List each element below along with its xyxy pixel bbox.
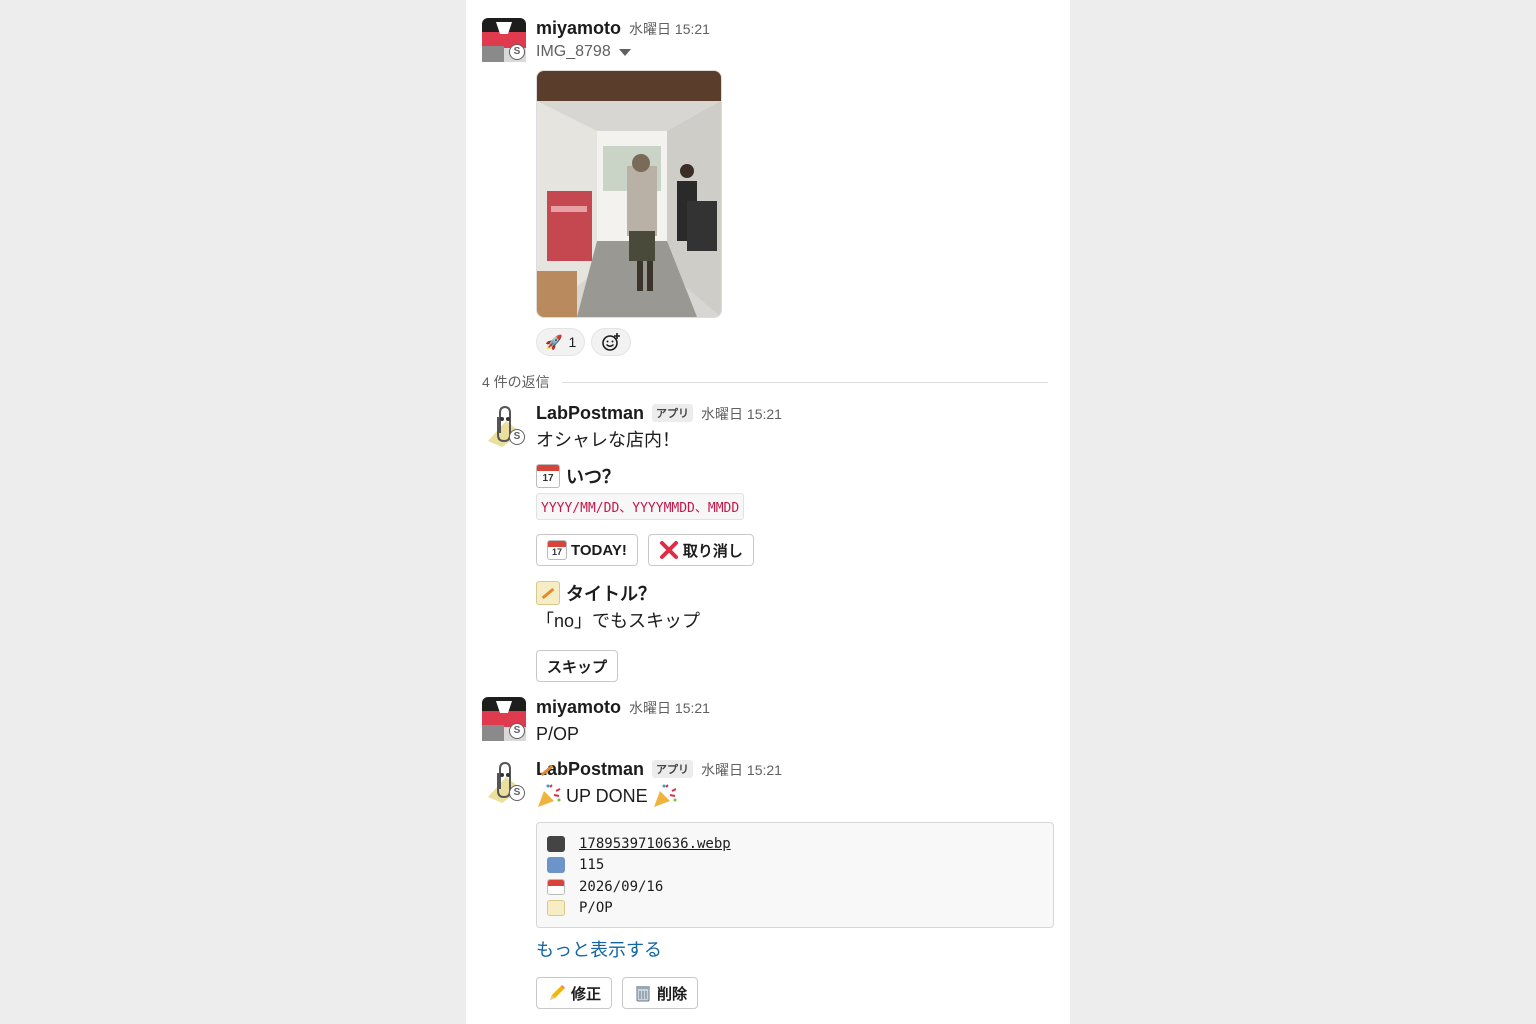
add-emoji-icon bbox=[602, 333, 621, 351]
memo-icon bbox=[536, 581, 560, 605]
file-link[interactable]: 1789539710636.webp bbox=[579, 836, 731, 852]
cross-icon bbox=[659, 541, 678, 559]
divider bbox=[561, 381, 1048, 383]
cancel-button-label: 取り消し bbox=[682, 542, 743, 560]
calendar-icon bbox=[547, 878, 565, 895]
avatar-labpostman[interactable]: S bbox=[482, 403, 526, 447]
calendar-icon: 17 bbox=[536, 464, 560, 488]
file-name-label: IMG_8798 bbox=[536, 43, 611, 60]
shop-photo[interactable] bbox=[536, 70, 722, 318]
author-name[interactable]: miyamoto bbox=[536, 18, 621, 39]
status-icon: S bbox=[509, 429, 525, 445]
show-more-link[interactable]: もっと表示する bbox=[536, 936, 1056, 962]
title-heading: タイトル？ bbox=[536, 578, 1056, 608]
message-text: オシャレな店内！ bbox=[536, 430, 680, 450]
reaction-rocket[interactable]: 🚀 1 bbox=[536, 328, 586, 356]
camera-icon bbox=[547, 835, 565, 852]
author-name[interactable]: LabPostman bbox=[536, 759, 644, 780]
skip-button[interactable]: スキップ bbox=[536, 650, 619, 682]
calendar-icon: 17 bbox=[547, 540, 567, 560]
message-text: P/OP bbox=[536, 724, 580, 744]
delete-button-label: 削除 bbox=[657, 985, 688, 1003]
edit-button[interactable]: 修正 bbox=[536, 977, 613, 1009]
status-icon: S bbox=[509, 44, 525, 60]
reply-count: 4 件の返信 bbox=[482, 374, 550, 390]
entry-number: 115 bbox=[579, 857, 605, 874]
memo-icon bbox=[547, 900, 565, 917]
status-icon: S bbox=[509, 785, 525, 801]
wastebasket-icon bbox=[636, 986, 651, 1002]
delete-button[interactable]: 削除 bbox=[622, 977, 699, 1009]
timestamp[interactable]: 水曜日 15:21 bbox=[701, 404, 782, 424]
today-button-label: TODAY! bbox=[571, 541, 627, 559]
entry-title: P/OP bbox=[579, 900, 613, 917]
when-heading-label: いつ？ bbox=[566, 467, 620, 487]
avatar-miyamoto[interactable]: S bbox=[482, 697, 526, 741]
number-icon bbox=[547, 857, 565, 874]
party-popper-icon bbox=[538, 784, 561, 807]
when-heading: 17 いつ？ bbox=[536, 461, 1056, 491]
pencil-icon bbox=[550, 985, 565, 1000]
entry-date: 2026/09/16 bbox=[579, 878, 664, 895]
app-badge: アプリ bbox=[652, 404, 694, 422]
party-popper-icon bbox=[653, 784, 677, 807]
today-button[interactable]: 17 TODAY! bbox=[536, 534, 638, 566]
upload-summary-attachment: 1789539710636.webp 115 2026/09/16 P/OP bbox=[536, 822, 1054, 928]
date-format-code: YYYY/MM/DD、YYYYMMDD、MMDD bbox=[536, 493, 745, 520]
message-text: UP DONE bbox=[536, 783, 1056, 809]
chevron-down-icon[interactable] bbox=[618, 48, 631, 56]
edit-button-label: 修正 bbox=[571, 985, 602, 1003]
avatar-labpostman[interactable]: S bbox=[482, 759, 526, 803]
rocket-icon: 🚀 bbox=[545, 333, 563, 350]
timestamp[interactable]: 水曜日 15:21 bbox=[629, 698, 710, 718]
add-reaction-button[interactable] bbox=[591, 328, 632, 356]
message-thread: S miyamoto 水曜日 15:21 IMG_8798 🚀 1 4 件の返信… bbox=[466, 0, 1070, 1024]
cancel-button[interactable]: 取り消し bbox=[647, 534, 754, 566]
file-name[interactable]: IMG_8798 bbox=[536, 43, 1056, 61]
skip-hint: 「no」でもスキップ bbox=[536, 611, 701, 631]
reply-divider: 4 件の返信 bbox=[482, 373, 1048, 391]
skip-button-label: スキップ bbox=[547, 658, 608, 676]
author-name[interactable]: miyamoto bbox=[536, 697, 621, 718]
avatar-miyamoto[interactable]: S bbox=[482, 18, 526, 62]
message-text-label: UP DONE bbox=[566, 786, 648, 806]
reaction-count: 1 bbox=[568, 334, 577, 350]
timestamp[interactable]: 水曜日 15:21 bbox=[701, 760, 782, 780]
app-badge: アプリ bbox=[652, 760, 694, 778]
author-name[interactable]: LabPostman bbox=[536, 403, 644, 424]
status-icon: S bbox=[509, 723, 525, 739]
title-heading-label: タイトル？ bbox=[566, 584, 656, 604]
timestamp[interactable]: 水曜日 15:21 bbox=[629, 19, 710, 39]
